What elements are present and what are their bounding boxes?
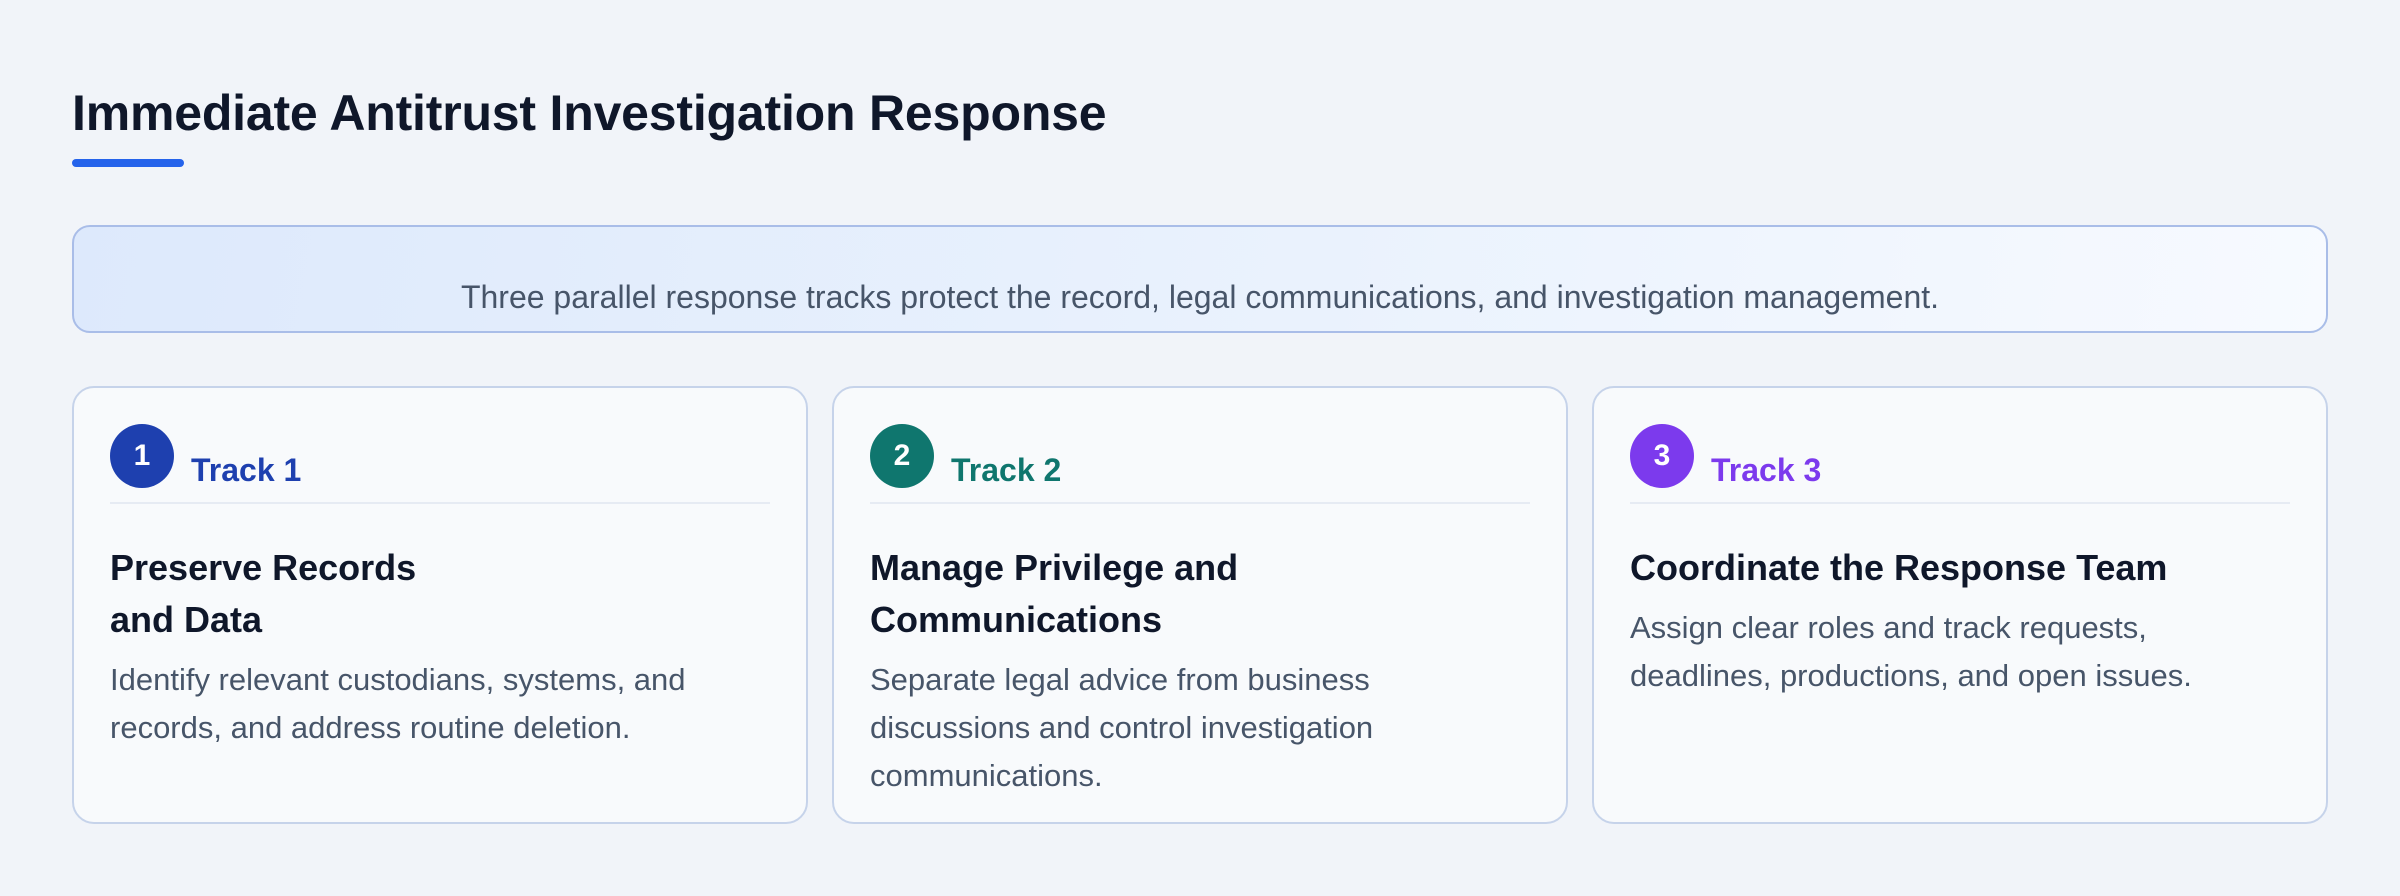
track-card-3: 3 Track 3 Coordinate the Response Team A… — [1592, 386, 2328, 824]
track-title: Preserve Records and Data — [110, 547, 417, 640]
track-number-badge: 3 — [1630, 424, 1694, 488]
summary-banner: Three parallel response tracks protect t… — [72, 225, 2328, 333]
track-label: Track 1 — [191, 452, 302, 488]
track-label: Track 2 — [951, 452, 1062, 488]
page-title: Immediate Antitrust Investigation Respon… — [72, 85, 1107, 141]
track-card-2: 2 Track 2 Manage Privilege and Communica… — [832, 386, 1568, 824]
track-card-header: 3 Track 3 — [1630, 424, 2290, 504]
track-number-badge: 2 — [870, 424, 934, 488]
track-number-badge: 1 — [110, 424, 174, 488]
track-cards: 1 Track 1 Preserve Records and Data Iden… — [72, 386, 2328, 824]
track-description: Assign clear roles and track requests, d… — [1630, 610, 2192, 693]
track-label: Track 3 — [1711, 452, 1822, 488]
track-card-header: 1 Track 1 — [110, 424, 770, 504]
track-title: Coordinate the Response Team — [1630, 547, 2168, 588]
track-card-1: 1 Track 1 Preserve Records and Data Iden… — [72, 386, 808, 824]
page: Immediate Antitrust Investigation Respon… — [0, 0, 2400, 896]
track-description: Identify relevant custodians, systems, a… — [110, 662, 686, 745]
track-description: Separate legal advice from business disc… — [870, 662, 1374, 793]
summary-text: Three parallel response tracks protect t… — [460, 279, 1940, 315]
track-card-header: 2 Track 2 — [870, 424, 1530, 504]
track-title: Manage Privilege and Communications — [870, 547, 1239, 640]
title-underline — [72, 159, 184, 167]
